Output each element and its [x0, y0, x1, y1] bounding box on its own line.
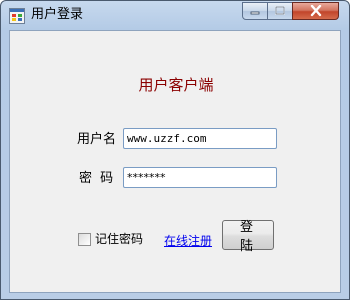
remember-password-checkbox[interactable] — [78, 233, 91, 246]
app-icon — [9, 8, 25, 24]
form-heading: 用户客户端 — [138, 76, 214, 94]
password-label: 密 码 — [79, 171, 116, 186]
close-icon — [310, 5, 321, 17]
window-title: 用户登录 — [31, 7, 84, 22]
minimize-button[interactable] — [242, 2, 268, 20]
register-link[interactable]: 在线注册 — [164, 233, 212, 249]
login-window: 用户登录 用户客户端 用户名 密 码 记住密码 在线注册 登 陆 — [0, 0, 350, 300]
maximize-icon — [275, 6, 285, 15]
minimize-icon — [250, 11, 260, 15]
title-bar[interactable]: 用户登录 — [1, 1, 349, 30]
remember-password-label[interactable]: 记住密码 — [95, 231, 143, 247]
username-label: 用户名 — [77, 132, 117, 147]
login-button[interactable]: 登 陆 — [222, 220, 274, 254]
maximize-button[interactable] — [267, 2, 293, 20]
username-input[interactable] — [123, 128, 277, 149]
form-body: 用户客户端 用户名 密 码 记住密码 在线注册 登 陆 — [9, 30, 341, 293]
password-input[interactable] — [123, 167, 277, 188]
close-button[interactable] — [292, 2, 339, 20]
